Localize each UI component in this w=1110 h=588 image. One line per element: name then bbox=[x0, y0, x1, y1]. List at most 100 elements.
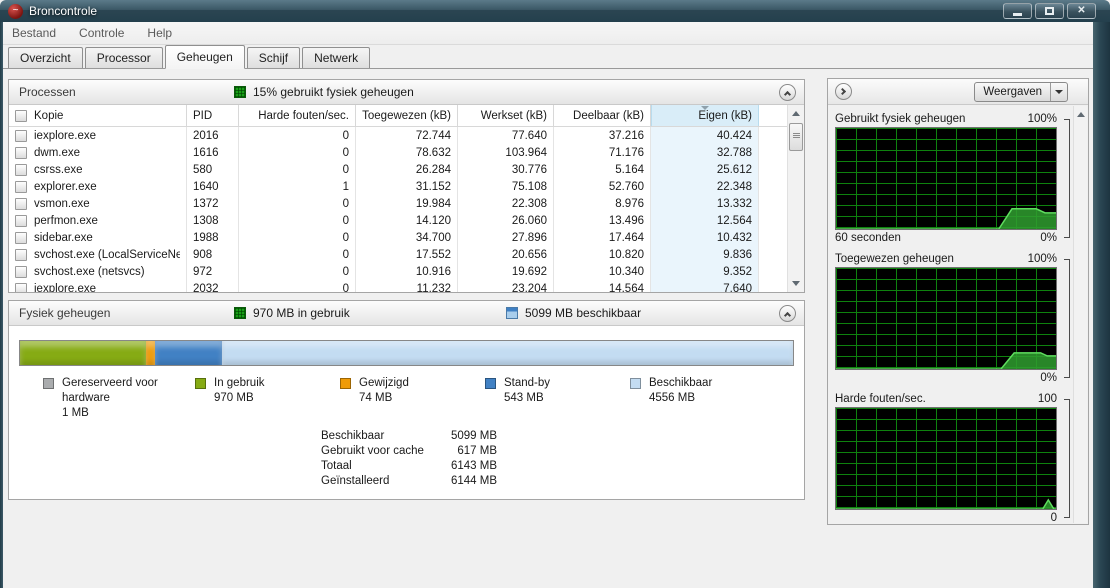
title-bar[interactable]: ~ Broncontrole ✕ bbox=[0, 0, 1110, 22]
row-checkbox[interactable] bbox=[15, 283, 27, 293]
table-row[interactable]: svchost.exe (netsvcs) 972 0 10.916 19.69… bbox=[9, 263, 804, 280]
process-name: sidebar.exe bbox=[34, 232, 93, 244]
column-header-shareable[interactable]: Deelbaar (kB) bbox=[554, 105, 651, 126]
charts-panel: Weergaven Gebruikt fysiek geheugen 100% bbox=[827, 78, 1089, 525]
table-row[interactable]: dwm.exe 1616 0 78.632 103.964 71.176 32.… bbox=[9, 144, 804, 161]
chart-block: Gebruikt fysiek geheugen 100% 60 seconde… bbox=[835, 111, 1071, 246]
window-title: Broncontrole bbox=[29, 4, 1003, 18]
table-row[interactable]: explorer.exe 1640 1 31.152 75.108 52.760… bbox=[9, 178, 804, 195]
detail-value: 6144 MB bbox=[451, 474, 497, 489]
row-checkbox[interactable] bbox=[15, 249, 27, 261]
legend-value: 1 MB bbox=[62, 407, 89, 419]
table-row[interactable]: vsmon.exe 1372 0 19.984 22.308 8.976 13.… bbox=[9, 195, 804, 212]
chart-min-label: 0 bbox=[1051, 512, 1057, 524]
scrollbar-thumb[interactable] bbox=[789, 123, 803, 151]
row-checkbox[interactable] bbox=[15, 181, 27, 193]
row-checkbox[interactable] bbox=[15, 130, 27, 142]
charts-list: Gebruikt fysiek geheugen 100% 60 seconde… bbox=[835, 106, 1071, 524]
select-all-checkbox[interactable] bbox=[15, 110, 27, 122]
minimize-icon bbox=[1013, 13, 1022, 16]
views-dropdown-arrow[interactable] bbox=[1050, 83, 1067, 101]
legend-text: Gereserveerd voor hardware 1 MB bbox=[62, 376, 167, 421]
detail-row: Gebruikt voor cache 617 MB bbox=[321, 444, 497, 459]
scroll-down-button[interactable] bbox=[789, 276, 803, 291]
tab[interactable]: Processor bbox=[85, 47, 163, 68]
scroll-up-button[interactable] bbox=[789, 106, 803, 121]
memory-bar-segment bbox=[222, 341, 793, 365]
column-header-working-set[interactable]: Werkset (kB) bbox=[458, 105, 554, 126]
tab-strip: Overzicht Processor Geheugen Schijf Netw… bbox=[3, 45, 1093, 69]
table-row[interactable]: iexplore.exe 2032 0 11.232 23.204 14.564… bbox=[9, 280, 804, 292]
memory-used-icon bbox=[234, 86, 246, 98]
chart-area-fill bbox=[836, 128, 1056, 229]
tab[interactable]: Overzicht bbox=[8, 47, 83, 68]
row-checkbox[interactable] bbox=[15, 215, 27, 227]
hard-faults-cell: 0 bbox=[239, 229, 356, 246]
minimize-button[interactable] bbox=[1003, 3, 1032, 19]
processes-collapse-button[interactable] bbox=[779, 84, 796, 101]
table-row[interactable]: svchost.exe (LocalServiceNet... 908 0 17… bbox=[9, 246, 804, 263]
working-set-cell: 77.640 bbox=[458, 127, 554, 144]
processes-header: Processen 15% gebruikt fysiek geheugen bbox=[9, 80, 804, 105]
menu-item[interactable]: Bestand bbox=[12, 26, 56, 40]
views-button[interactable]: Weergaven bbox=[974, 82, 1068, 102]
shareable-cell: 10.340 bbox=[554, 263, 651, 280]
detail-row: Totaal 6143 MB bbox=[321, 459, 497, 474]
legend-text: Stand-by 543 MB bbox=[504, 376, 609, 421]
column-header-hard-faults[interactable]: Harde fouten/sec. bbox=[239, 105, 356, 126]
tab[interactable]: Netwerk bbox=[302, 47, 370, 68]
charts-panel-scrollbar[interactable] bbox=[1073, 106, 1087, 523]
hard-faults-cell: 0 bbox=[239, 144, 356, 161]
table-row[interactable]: iexplore.exe 2016 0 72.744 77.640 37.216… bbox=[9, 127, 804, 144]
column-header-name[interactable]: Kopie bbox=[9, 105, 187, 126]
table-row[interactable]: sidebar.exe 1988 0 34.700 27.896 17.464 … bbox=[9, 229, 804, 246]
hard-faults-cell: 0 bbox=[239, 263, 356, 280]
column-header-commit[interactable]: Toegewezen (kB) bbox=[356, 105, 458, 126]
memory-collapse-button[interactable] bbox=[779, 305, 796, 322]
commit-cell: 17.552 bbox=[356, 246, 458, 263]
close-button[interactable]: ✕ bbox=[1067, 3, 1096, 19]
commit-cell: 19.984 bbox=[356, 195, 458, 212]
row-checkbox[interactable] bbox=[15, 232, 27, 244]
memory-details: Beschikbaar 5099 MB Gebruikt voor cache … bbox=[321, 429, 497, 489]
column-header-pid[interactable]: PID bbox=[187, 105, 239, 126]
process-table-body: iexplore.exe 2016 0 72.744 77.640 37.216… bbox=[9, 127, 804, 292]
processes-status: 15% gebruikt fysiek geheugen bbox=[253, 85, 414, 99]
row-checkbox[interactable] bbox=[15, 147, 27, 159]
chart-scale-bracket bbox=[1064, 399, 1070, 518]
row-checkbox[interactable] bbox=[15, 164, 27, 176]
shareable-cell: 10.820 bbox=[554, 246, 651, 263]
maximize-button[interactable] bbox=[1035, 3, 1064, 19]
tab[interactable]: Schijf bbox=[247, 47, 300, 68]
table-row[interactable]: perfmon.exe 1308 0 14.120 26.060 13.496 … bbox=[9, 212, 804, 229]
pid-cell: 908 bbox=[187, 246, 239, 263]
detail-row: Geïnstalleerd 6144 MB bbox=[321, 474, 497, 489]
collapse-panel-button[interactable] bbox=[835, 83, 852, 100]
commit-cell: 10.916 bbox=[356, 263, 458, 280]
chevron-right-icon bbox=[839, 88, 846, 95]
memory-legend: Gereserveerd voor hardware 1 MB In gebru… bbox=[9, 376, 804, 421]
tab-label: Schijf bbox=[259, 51, 288, 65]
row-checkbox[interactable] bbox=[15, 266, 27, 278]
memory-available-icon bbox=[506, 307, 518, 319]
scroll-up-button[interactable] bbox=[1075, 107, 1086, 122]
tab[interactable]: Geheugen bbox=[165, 45, 245, 69]
column-header-private[interactable]: Eigen (kB) bbox=[651, 105, 759, 126]
pid-cell: 2032 bbox=[187, 280, 239, 292]
menu-item[interactable]: Help bbox=[147, 26, 172, 40]
legend-swatch bbox=[485, 378, 496, 389]
working-set-cell: 23.204 bbox=[458, 280, 554, 292]
chart-max-label: 100 bbox=[1038, 393, 1057, 405]
detail-label: Totaal bbox=[321, 459, 352, 474]
legend-item: Stand-by 543 MB bbox=[485, 376, 630, 421]
row-checkbox[interactable] bbox=[15, 198, 27, 210]
app-icon: ~ bbox=[8, 4, 23, 19]
pid-cell: 1616 bbox=[187, 144, 239, 161]
commit-cell: 11.232 bbox=[356, 280, 458, 292]
process-table-scrollbar[interactable] bbox=[787, 105, 804, 292]
menu-bar: Bestand Controle Help bbox=[3, 22, 1093, 45]
legend-value: 970 MB bbox=[214, 392, 254, 404]
table-row[interactable]: csrss.exe 580 0 26.284 30.776 5.164 25.6… bbox=[9, 161, 804, 178]
commit-cell: 78.632 bbox=[356, 144, 458, 161]
menu-item[interactable]: Controle bbox=[79, 26, 124, 40]
